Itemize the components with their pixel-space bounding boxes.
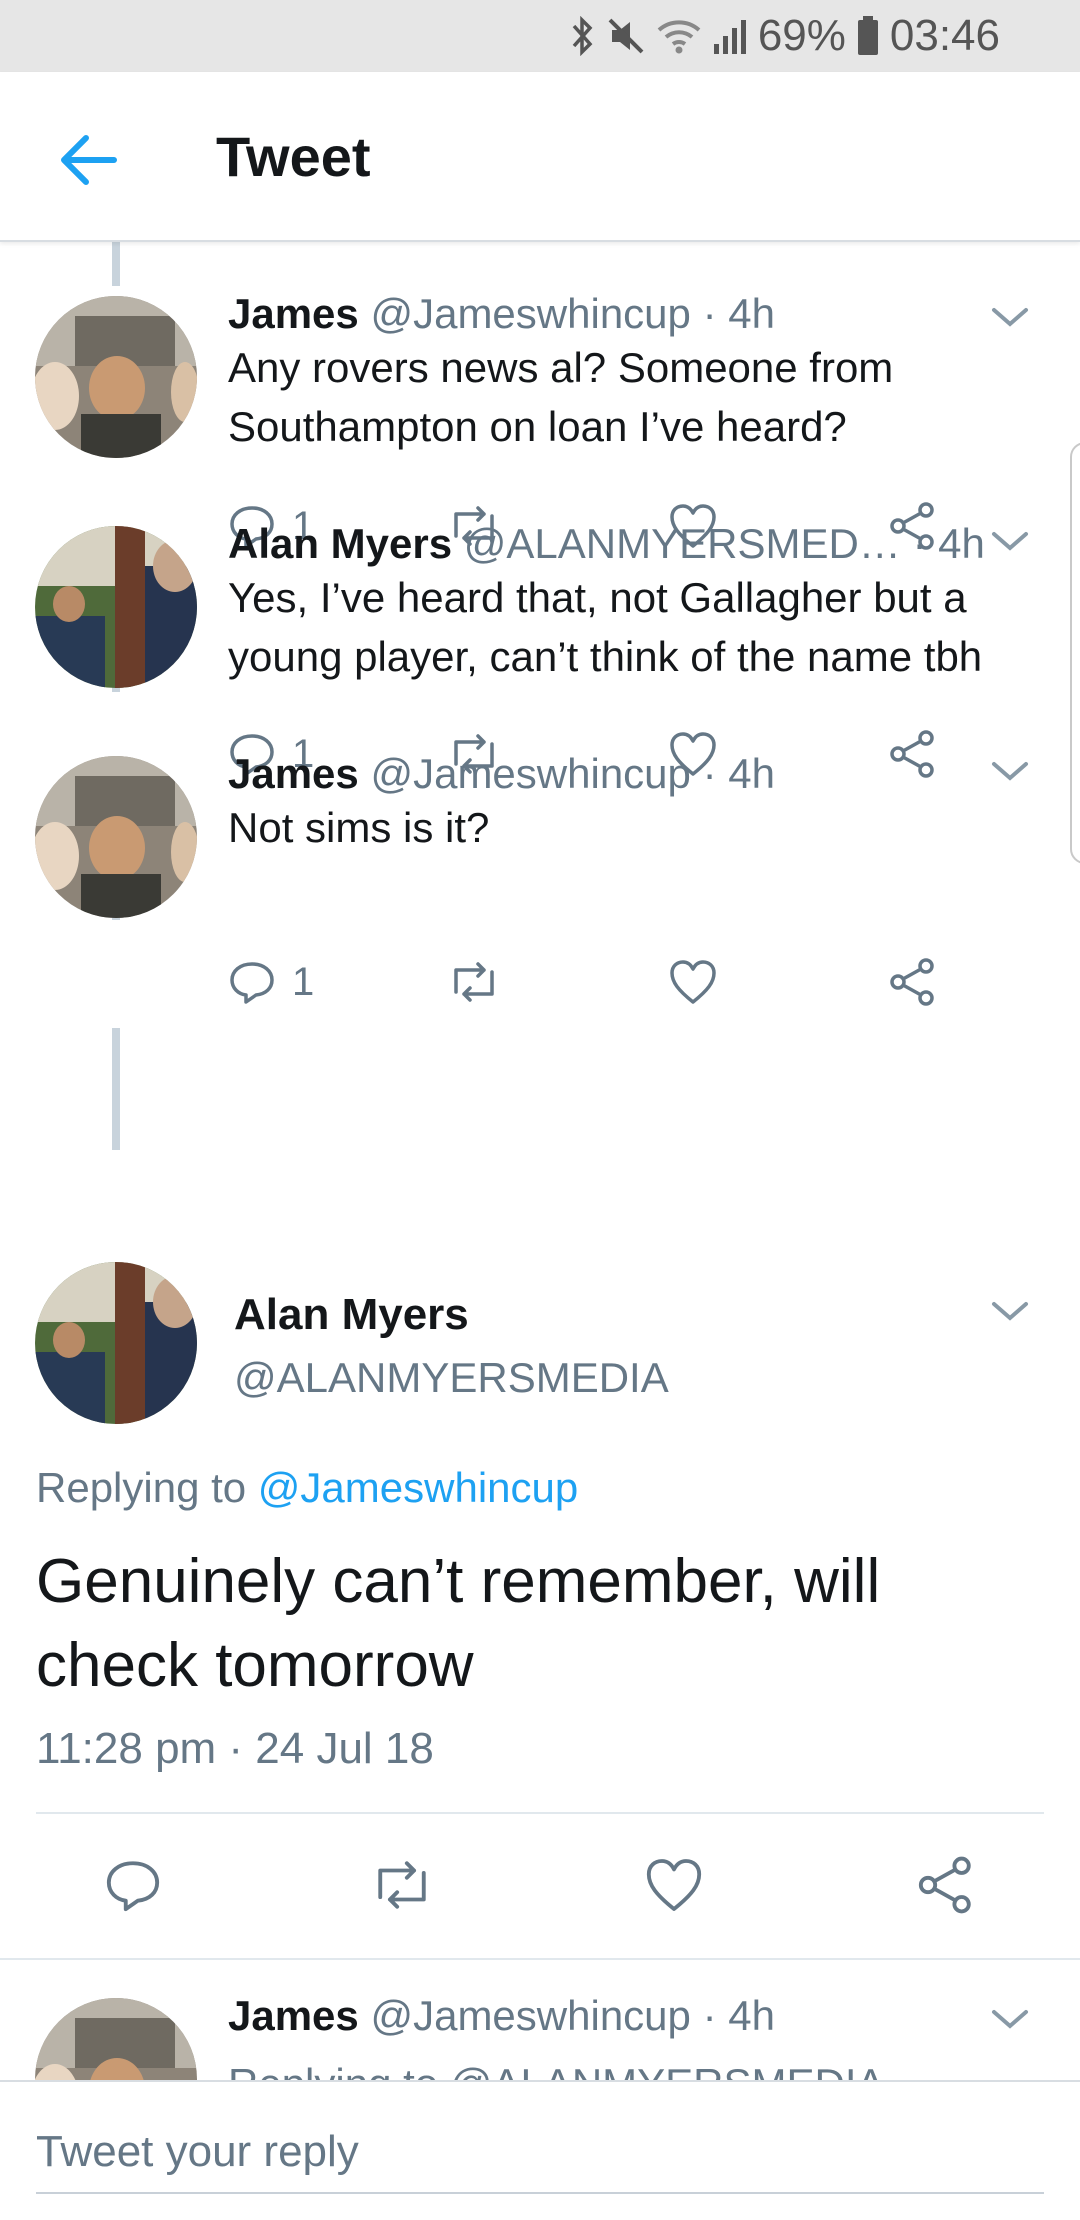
like-button[interactable]	[668, 954, 718, 1010]
replying-to-link[interactable]: @Jameswhincup	[258, 1464, 578, 1511]
retweet-icon	[454, 962, 494, 1002]
tweet-time: · 4h	[702, 750, 775, 797]
replying-to: Replying to @ALANMYERSMEDIA	[228, 2054, 1048, 2080]
tweet-text-line: Any rovers news al? Someone from	[228, 344, 894, 391]
thread-tweet[interactable]: James @Jameswhincup · 4h Any rovers news…	[0, 242, 1080, 474]
divider	[36, 1812, 1044, 1814]
main-tweet-text-line: check tomorrow	[36, 1631, 474, 1700]
page-title: Tweet	[216, 125, 371, 188]
retweet-button[interactable]	[368, 1850, 436, 1920]
main-tweet-text: Genuinely can’t remember, will check tom…	[36, 1540, 1036, 1708]
avatar[interactable]	[35, 526, 197, 688]
status-bar: 69% 03:46	[0, 0, 1080, 72]
conversation[interactable]: James @Jameswhincup · 4h Any rovers news…	[0, 242, 1080, 2080]
author-name[interactable]: James	[228, 750, 359, 797]
tweet-actions: 1	[228, 954, 988, 1010]
tweet-time: · 4h	[702, 290, 775, 337]
heart-icon	[670, 960, 716, 1004]
replying-prefix: Replying to	[36, 1464, 247, 1511]
chevron-down-icon[interactable]	[988, 1296, 1032, 1326]
battery-percent: 69%	[757, 11, 846, 60]
reply-button[interactable]	[104, 1850, 162, 1920]
avatar-photo-james	[35, 1998, 197, 2080]
author-handle[interactable]: @Jameswhincup	[370, 750, 690, 797]
chevron-down-icon[interactable]	[988, 756, 1032, 786]
avatar[interactable]	[35, 1998, 197, 2080]
author-name[interactable]: James	[228, 1992, 359, 2039]
share-icon	[890, 958, 934, 1006]
retweet-icon	[378, 1861, 426, 1909]
tweet-text: Yes, I’ve heard that, not Gallagher but …	[228, 568, 1048, 686]
author-handle[interactable]: @Jameswhincup	[370, 1992, 690, 2039]
arrow-left-icon	[61, 135, 117, 185]
status-icons: 69% 03:46	[568, 8, 1000, 64]
tweet-header: James @Jameswhincup · 4h	[228, 290, 775, 338]
wifi-icon	[657, 20, 701, 54]
tweet-text-line: Not sims is it?	[228, 804, 490, 851]
author-name[interactable]: Alan Myers	[228, 520, 452, 567]
tweet-text-line: young player, can’t think of the name tb…	[228, 633, 983, 680]
tweet-text: Any rovers news al? Someone from Southam…	[228, 338, 1048, 456]
thread-line	[112, 1028, 120, 1150]
tweet-text: Not sims is it?	[228, 798, 1048, 857]
avatar[interactable]	[35, 296, 197, 458]
share-icon	[918, 1856, 971, 1914]
avatar-photo-alan	[35, 1262, 197, 1424]
replying-to: Replying to @Jameswhincup	[36, 1464, 578, 1512]
tweet-time: · 4h	[912, 520, 985, 567]
tweet-time: · 4h	[702, 1992, 775, 2039]
main-author-handle[interactable]: @ALANMYERSMEDIA	[234, 1354, 669, 1402]
bluetooth-icon	[572, 16, 593, 56]
tweet-text-line: Southampton on loan I’ve heard?	[228, 403, 847, 450]
thread-tweet[interactable]: Alan Myers @ALANMYERSMED… · 4h Yes, I’ve…	[0, 472, 1080, 704]
reply-bar	[0, 2080, 1080, 2220]
reply-icon	[230, 962, 274, 1004]
reply-count: 1	[292, 959, 315, 1004]
author-handle[interactable]: @ALANMYERSMED…	[464, 520, 901, 567]
tweet-text-line: Yes, I’ve heard that, not Gallagher but …	[228, 574, 967, 621]
like-button[interactable]	[644, 1850, 704, 1920]
heart-icon	[646, 1859, 702, 1911]
retweet-button[interactable]	[446, 954, 502, 1010]
avatar[interactable]	[35, 1262, 197, 1424]
main-tweet-text-line: Genuinely can’t remember, will	[36, 1547, 881, 1616]
reply-input[interactable]	[36, 2112, 1044, 2194]
main-author-name[interactable]: Alan Myers	[234, 1290, 469, 1340]
tweet-header: Alan Myers @ALANMYERSMED… · 4h	[228, 520, 985, 568]
author-handle[interactable]: @Jameswhincup	[370, 290, 690, 337]
avatar[interactable]	[35, 756, 197, 918]
back-button[interactable]	[56, 128, 120, 192]
chevron-down-icon[interactable]	[988, 2004, 1032, 2034]
scrollbar[interactable]	[1070, 442, 1080, 864]
avatar-photo-james	[35, 756, 197, 918]
clock: 03:46	[889, 11, 1000, 60]
reply-button[interactable]: 1	[228, 954, 314, 1010]
reply-tweet[interactable]: James @Jameswhincup · 4h Replying to @AL…	[0, 1960, 1080, 2080]
share-button[interactable]	[888, 954, 938, 1010]
app-bar: Tweet	[0, 72, 1080, 242]
tweet-header: James @Jameswhincup · 4h	[228, 1992, 775, 2040]
avatar-photo-james	[35, 296, 197, 458]
avatar-photo-alan	[35, 526, 197, 688]
author-name[interactable]: James	[228, 290, 359, 337]
chevron-down-icon[interactable]	[988, 526, 1032, 556]
reply-icon	[106, 1861, 160, 1912]
thread-tweet[interactable]: James @Jameswhincup · 4h Not sims is it?	[0, 702, 1080, 934]
main-tweet-actions	[0, 1850, 1080, 1920]
battery-icon	[857, 16, 878, 55]
mute-icon	[608, 18, 644, 54]
share-button[interactable]	[916, 1850, 976, 1920]
tweet-header: James @Jameswhincup · 4h	[228, 750, 775, 798]
signal-icon	[713, 20, 746, 54]
main-tweet-timestamp: 11:28 pm · 24 Jul 18	[36, 1724, 434, 1773]
chevron-down-icon[interactable]	[988, 302, 1032, 332]
